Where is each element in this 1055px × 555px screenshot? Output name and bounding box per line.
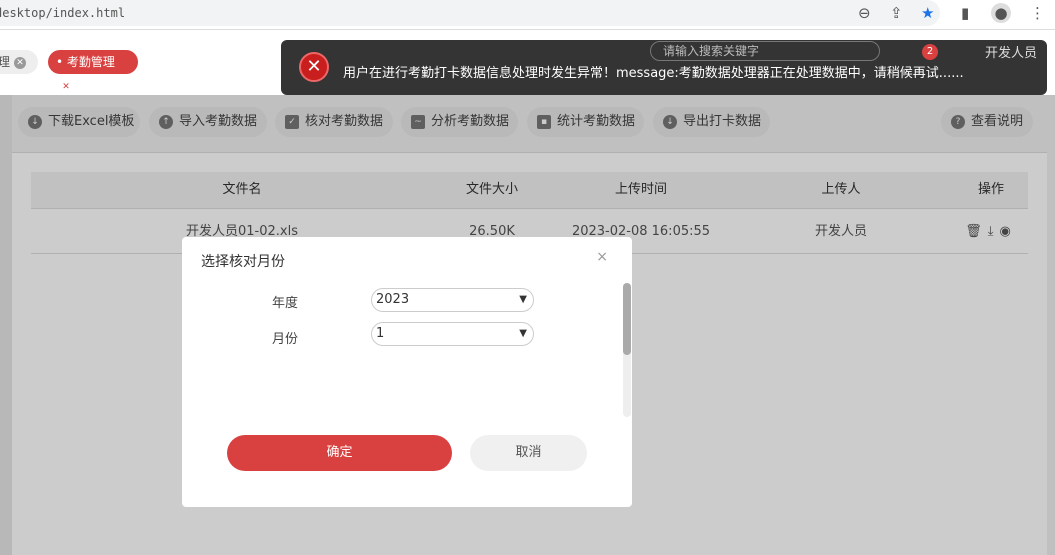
tab-attendance[interactable]: • 考勤管理✕ (48, 50, 138, 93)
notification-badge[interactable]: 2 (922, 44, 938, 60)
url-text: desktop/index.html (0, 6, 126, 20)
star-icon[interactable]: ★ (921, 4, 934, 22)
profile-icon[interactable]: ● (991, 3, 1011, 23)
user-name[interactable]: 开发人员 (985, 42, 1037, 61)
browser-bar: desktop/index.html ⊖ ⇪ ★ ▮ ● ⋮ (0, 0, 1055, 30)
error-icon: ✕ (299, 52, 329, 82)
tab-label: 理 (0, 55, 11, 69)
month-value: 1 (376, 326, 385, 341)
zoom-icon[interactable]: ⊖ (858, 4, 871, 22)
year-value: 2023 (376, 292, 410, 307)
dialog-title: 选择核对月份 (201, 254, 285, 270)
close-icon[interactable]: ✕ (14, 56, 27, 69)
search-input[interactable]: 请输入搜索关键字 (650, 41, 880, 61)
cancel-button[interactable]: 取消 (470, 435, 587, 471)
chevron-down-icon: ▼ (519, 328, 527, 339)
tab-prev[interactable]: 理 ✕ (0, 50, 38, 74)
sidepanel-icon[interactable]: ▮ (961, 4, 969, 22)
confirm-button[interactable]: 确定 (227, 435, 452, 471)
select-month-dialog: 选择核对月份 × 年度 2023 ▼ 月份 1 ▼ 确定 取消 (182, 237, 632, 507)
month-label: 月份 (272, 332, 299, 347)
chevron-down-icon: ▼ (519, 294, 527, 305)
year-select[interactable]: 2023 ▼ (371, 288, 534, 312)
month-select[interactable]: 1 ▼ (371, 322, 534, 346)
tab-label: 考勤管理 (66, 55, 115, 69)
dialog-scrollbar[interactable] (623, 283, 631, 417)
year-label: 年度 (272, 296, 299, 311)
close-icon[interactable]: × (596, 249, 608, 265)
share-icon[interactable]: ⇪ (890, 4, 903, 22)
toast-message: 用户在进行考勤打卡数据信息处理时发生异常！message:考勤数据处理器正在处理… (343, 66, 964, 81)
address-bar[interactable]: desktop/index.html (0, 0, 940, 26)
close-icon[interactable]: ✕ (60, 80, 72, 93)
scrollbar-thumb[interactable] (623, 283, 631, 355)
menu-icon[interactable]: ⋮ (1030, 4, 1045, 22)
